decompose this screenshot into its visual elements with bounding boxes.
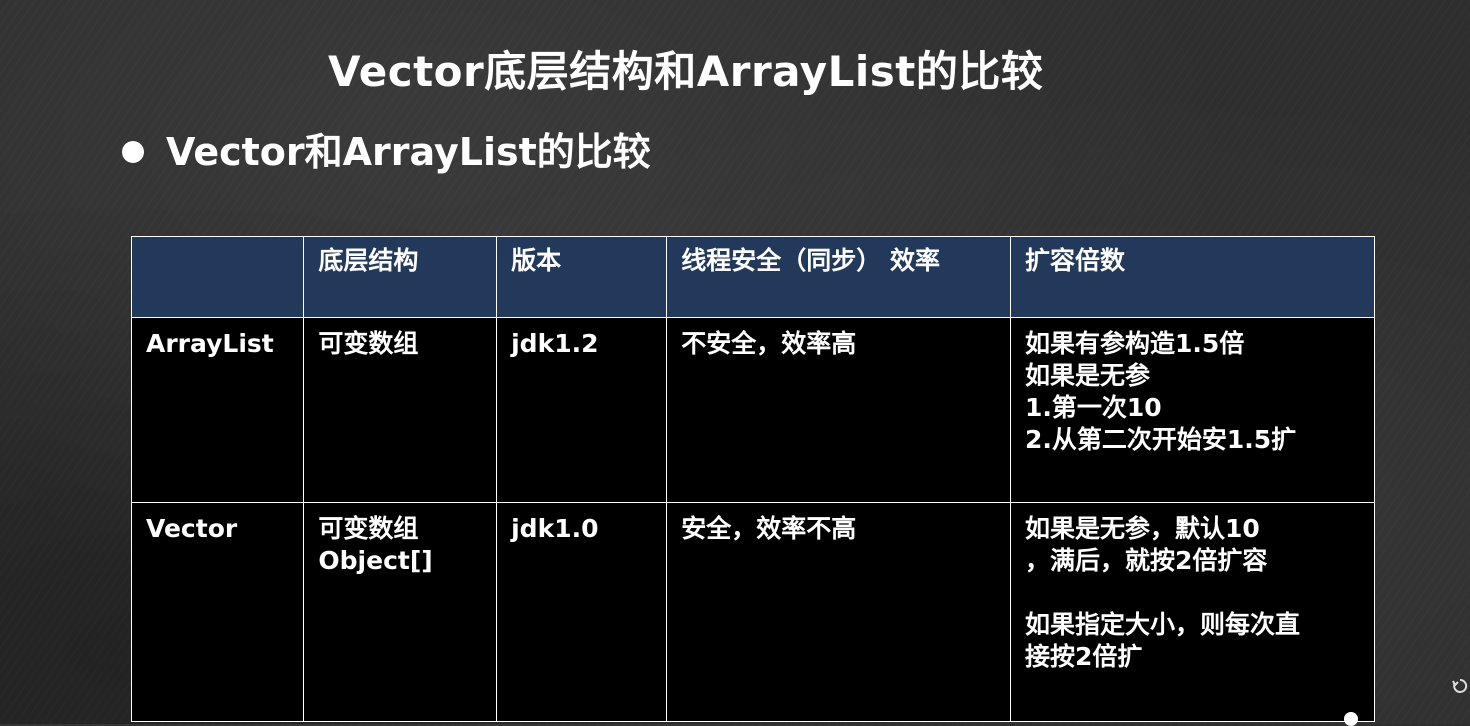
header-cell-empty: [130, 236, 305, 318]
cell-structure: 可变数组 Object[]: [303, 502, 498, 722]
cell-growth: 如果是无参，默认10 ，满后，就按2倍扩容 如果指定大小，则每次直 接按2倍扩: [1009, 502, 1376, 722]
cell-version: jdk1.2: [496, 317, 668, 503]
bullet-dot-icon: [122, 141, 144, 163]
cell-thread-safety: 安全，效率不高: [666, 502, 1011, 722]
rotate-icon[interactable]: [1452, 676, 1468, 698]
cell-class-name: Vector: [130, 502, 305, 722]
comparison-table: 底层结构 版本 线程安全（同步） 效率 扩容倍数 ArrayList 可变数组 …: [130, 236, 1376, 722]
bullet-text: Vector和ArrayList的比较: [166, 130, 651, 174]
table-header-row: 底层结构 版本 线程安全（同步） 效率 扩容倍数: [130, 236, 1376, 318]
cell-growth: 如果有参构造1.5倍 如果是无参 1.第一次10 2.从第二次开始安1.5扩: [1009, 317, 1376, 503]
table-row: ArrayList 可变数组 jdk1.2 不安全，效率高 如果有参构造1.5倍…: [130, 317, 1376, 503]
header-cell-thread-safety: 线程安全（同步） 效率: [666, 236, 1011, 318]
bullet-point: Vector和ArrayList的比较: [122, 126, 651, 178]
cell-structure: 可变数组: [303, 317, 498, 503]
slide-title: Vector底层结构和ArrayList的比较: [328, 47, 1044, 96]
header-cell-growth: 扩容倍数: [1009, 236, 1376, 318]
header-cell-structure: 底层结构: [303, 236, 498, 318]
cell-version: jdk1.0: [496, 502, 668, 722]
cell-class-name: ArrayList: [130, 317, 305, 503]
header-cell-version: 版本: [496, 236, 668, 318]
table-row: Vector 可变数组 Object[] jdk1.0 安全，效率不高 如果是无…: [130, 502, 1376, 722]
cell-thread-safety: 不安全，效率高: [666, 317, 1011, 503]
